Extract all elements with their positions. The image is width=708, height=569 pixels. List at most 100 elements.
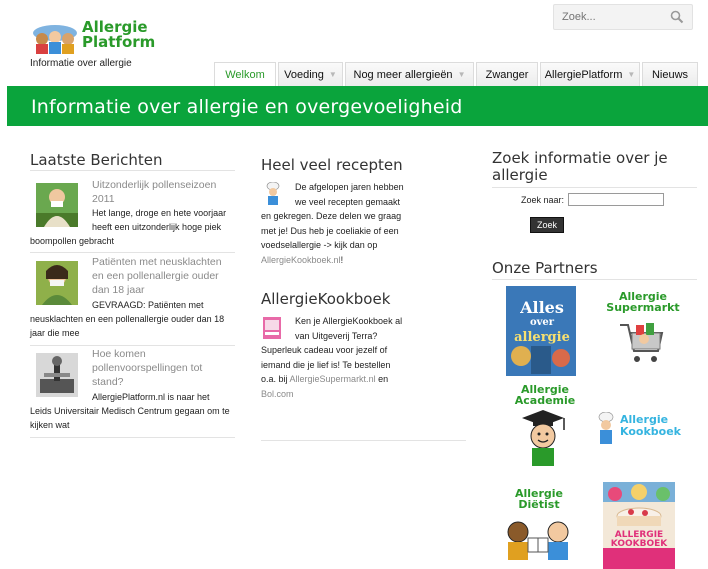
post-excerpt: AllergiePlatform.nl is naar het [92,392,210,402]
logo-line-2: Platform [82,33,156,51]
cookbook-text: Ken je AllergieKookboek al van Uitgeveri… [261,314,461,401]
main-nav: Welkom Voeding ▼ Nog meer allergieën ▼ Zwa… [214,62,700,86]
recipes-text-line: De afgelopen jaren hebben [295,182,404,192]
cookbook-text-line: iemand die je lief is! Te bestellen [261,359,391,370]
allergiekookboek-link[interactable]: AllergieKookboek.nl [261,255,341,265]
shopping-cart-icon [620,323,664,362]
post-excerpt-continued: boompollen gebracht [30,236,115,246]
nav-tab-label: Zwanger [485,68,529,81]
post-thumbnail-image[interactable] [36,261,78,305]
kids-reading-icon [507,521,569,560]
bol-com-link[interactable]: Bol.com [261,389,294,399]
recipes-link-suffix: ! [340,254,344,265]
allergiesupermarkt-link[interactable]: AllergieSupermarkt.nl [290,374,376,384]
post-thumbnail-image[interactable] [36,183,78,227]
cake-cover-icon [603,482,675,569]
post-thumbnail-image[interactable] [36,353,78,397]
post-excerpt: Het lange, droge en hete voorjaar heeft … [92,206,226,234]
post-excerpt-line: heeft een uitzonderlijk hoge piek [92,222,222,232]
logo-text[interactable]: Allergie Platform [82,20,155,50]
nav-tab-label: Nog meer allergieën [353,68,453,81]
logo-kids-icon [33,25,77,54]
nav-tab-voeding[interactable]: Voeding ▼ [278,62,343,86]
partner-label: Allergie Diëtist [498,488,580,510]
post-excerpt-continued: neusklachten en een pollenallergie ouder… [30,312,224,340]
post-excerpt-line: kijken wat [30,420,70,430]
nav-tab-allergieplatform[interactable]: AllergiePlatform ▼ [540,62,640,86]
nav-tab-label: AllergiePlatform [544,68,623,81]
divider [30,252,235,253]
search-field-label: Zoek naar: [521,195,565,205]
book-cover-line: allergie [514,330,570,345]
partner-label-line: Kookboek [620,425,681,438]
cookbook-order-line: o.a. bij AllergieSupermarkt.nl en [261,372,461,387]
post-excerpt: GEVRAAGD: Patiënten met [92,300,204,310]
partner-allergie-supermarkt[interactable]: Allergie Supermarkt [598,291,688,377]
cookbook-text-line: van Uitgeverij Terra? [295,330,378,341]
search-icon[interactable] [670,10,684,24]
cookbook-heading: AllergieKookboek [261,290,391,308]
search-field-input[interactable] [568,193,664,206]
post-title-line: 2011 [92,193,115,205]
page-title: Informatie over allergie en overgevoelig… [31,96,463,118]
cookbook-order-prefix: o.a. bij [261,374,290,384]
recipes-text-line: met je! Dus heb je coeliakie of een [261,225,399,236]
post-title-link[interactable]: Uitzonderlijk pollenseizoen 2011 [92,178,216,206]
divider [492,187,697,188]
cookbook-text-line: Ken je AllergieKookboek al [295,316,403,326]
partner-label: Allergie Supermarkt [598,291,688,313]
post-title-link[interactable]: Hoe komen pollenvoorspellingen tot stand… [92,347,202,389]
partner-allergie-kookboek-cover[interactable]: ALLERGIE KOOKBOEK [603,482,675,569]
partner-allergie-dietist[interactable]: Allergie Diëtist [498,488,580,568]
site-search-input[interactable] [554,6,662,28]
post-title-line: Patiënten met neusklachten [92,256,222,268]
list-item: Patiënten met neusklachten en een pollen… [30,255,235,343]
post-excerpt-line: Leids Universitair Medisch Centrum gegaa… [30,406,230,416]
partner-label: Allergie Kookboek [620,414,681,438]
partners-heading: Onze Partners [492,259,598,277]
list-item: Uitzonderlijk pollenseizoen 2011 Het lan… [30,176,235,251]
recipes-text-line: en gekregen. Deze delen we graag [261,211,402,221]
recipes-link-line: AllergieKookboek.nl! [261,253,461,268]
divider [30,437,235,438]
nav-tab-label: Welkom [225,68,265,81]
nav-tab-label: Nieuws [651,68,689,81]
nav-tab-zwanger[interactable]: Zwanger [476,62,538,86]
divider [492,279,697,280]
partner-alles-over-allergie-book[interactable]: Alles over allergie [506,286,576,376]
post-excerpt-line: neusklachten en een pollenallergie ouder… [30,314,225,324]
divider [30,170,235,171]
search-panel-heading: Zoek informatie over je allergie [492,150,668,184]
post-title-line: pollenvoorspellingen tot [92,362,203,374]
nav-tab-welkom[interactable]: Welkom [214,62,276,86]
partner-label-line: Diëtist [518,498,560,511]
nav-tab-label: Voeding [284,68,324,81]
book-cover-line: over [529,317,555,328]
graduate-kid-icon [522,410,565,466]
caret-down-icon: ▼ [627,70,636,79]
recipes-text-line: we veel recepten gemaakt [295,196,401,207]
cookbook-order-suffix: en [375,374,389,384]
post-title-line: dan 18 jaar [92,284,145,296]
post-excerpt-line: jaar die mee [30,328,80,338]
caret-down-icon: ▼ [457,70,466,79]
book-cover-title: Alles over allergie [512,298,572,346]
recipes-text-line: voedselallergie -> kijk dan op [261,240,378,250]
kookboek-cover-title: ALLERGIE KOOKBOEK [603,531,675,549]
nav-tab-nieuws[interactable]: Nieuws [642,62,698,86]
post-excerpt-line: Het lange, droge en hete voorjaar [92,208,227,218]
site-tagline: Informatie over allergie [30,58,132,69]
post-title-line: stand? [92,376,124,388]
book-cover-line: Alles [520,298,564,317]
caret-down-icon: ▼ [328,70,337,79]
recipes-heading: Heel veel recepten [261,156,403,174]
divider [261,440,466,441]
partner-allergie-kookboek[interactable]: Allergie Kookboek [596,408,686,448]
search-submit-button[interactable]: Zoek [530,217,565,233]
divider [30,345,235,346]
partner-allergie-academie[interactable]: Allergie Academie [510,384,580,472]
post-title-line: Uitzonderlijk pollenseizoen [92,179,217,191]
chef-icon [598,412,614,444]
nav-tab-nog-meer-allergieen[interactable]: Nog meer allergieën ▼ [345,62,474,86]
post-title-link[interactable]: Patiënten met neusklachten en een pollen… [92,255,222,297]
